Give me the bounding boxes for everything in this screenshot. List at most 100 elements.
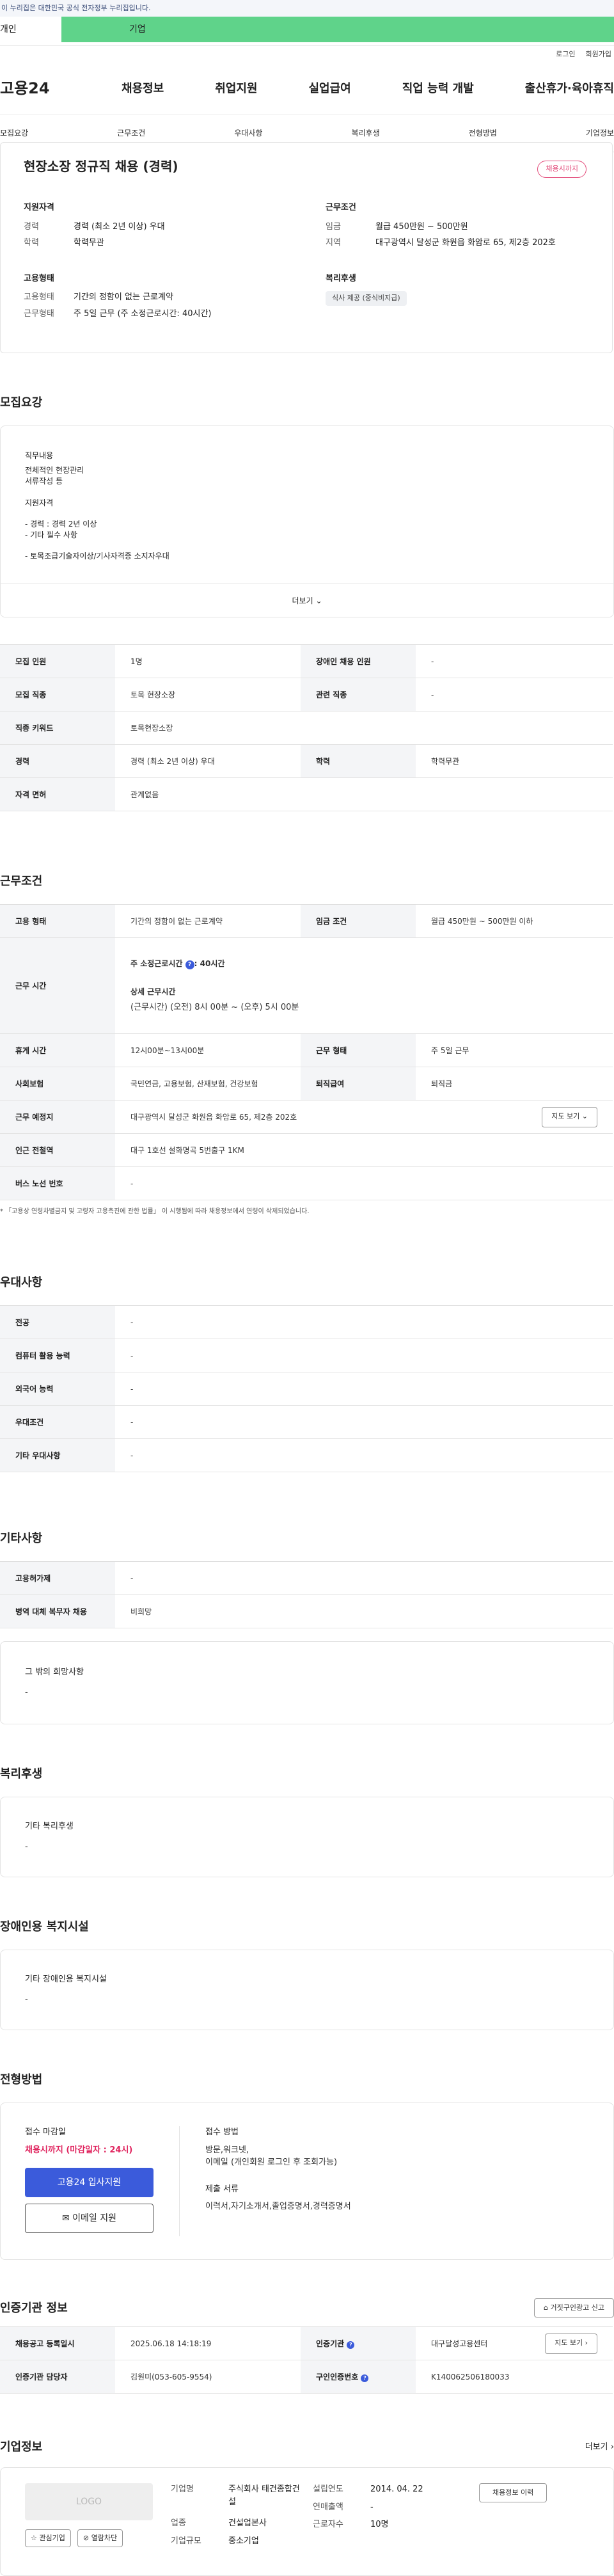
subnav-pref[interactable]: 우대사항 [234,127,262,139]
th: 자격 면허 [0,777,115,811]
history-button[interactable]: 채용정보 이력 [479,2483,547,2502]
company-info-col2: 설립연도 2014. 04. 22 연매출액 - 근로자수 10명 [313,2483,479,2560]
td: - [115,1438,613,1472]
login-link[interactable]: 로그인 [556,49,575,60]
td: 학력무관 [416,744,613,778]
org-cell: 대구달성고용센터 지도 보기 › [416,2326,613,2360]
qual-label: 지원자격 [25,498,54,508]
th: 채용공고 등록일시 [0,2326,115,2360]
table-row: 자격 면허 관계없음 [0,777,613,811]
th: 인근 전철역 [0,1133,115,1167]
td: 비희망 [115,1594,613,1628]
subnav-welfare[interactable]: 복리후생 [351,127,379,139]
cert-map-button[interactable]: 지도 보기 › [545,2333,597,2354]
recruit-table: 모집 인원 1명 장애인 채용 인원 - 모집 직종 토목 현장소장 관련 직종 - 직종 … [0,644,613,811]
label: 연매출액 [313,2502,343,2512]
deadline-value: 채용시까지 (마감일자 : 24시) [25,2145,133,2155]
label: 경력 [24,221,39,232]
map-button[interactable]: 지도 보기 ⌄ [542,1106,597,1127]
value: 주 5일 근무 (주 소정근로시간: 40시간) [74,308,212,319]
detail-label: 상세 근무시간 [130,987,176,996]
td: - [115,1561,613,1595]
company-more-link[interactable]: 더보기 › [585,2441,614,2454]
value: 중소기업 [228,2536,259,2546]
th: 사회보험 [0,1067,115,1101]
tab-company[interactable]: 기업 [61,17,614,42]
th: 근무 예정지 [0,1100,115,1134]
table-row: 인근 전철역 대구 1호선 설화명곡 5번출구 1KM [0,1133,613,1167]
table-row: 외국어 능력 - [0,1372,613,1406]
gnb-item-support[interactable]: 취업지원 [215,80,257,97]
label: 설립연도 [313,2485,343,2494]
value: 월급 450만원 ~ 500만원 [375,221,468,232]
email-apply-label: 이메일 지원 [72,2213,117,2223]
qual-line: - 경력 : 경력 2년 이상 [25,520,97,529]
value: 10명 [370,2520,389,2529]
gnb-item-jobs[interactable]: 채용정보 [122,80,164,97]
table-row: 모집 인원 1명 장애인 채용 인원 - [0,644,613,678]
hours-value: 40시간 [200,958,225,968]
job-title: 현장소장 정규직 채용 (경력) [24,159,178,174]
welfare-box: 기타 복리후생 - [0,1797,614,1877]
map-button-label: 지도 보기 [551,1112,580,1121]
disab-value: - [25,1994,28,2005]
td: - [115,1166,613,1200]
apply-button[interactable]: 고용24 입사지원 [25,2168,154,2197]
gnb-item-benefit[interactable]: 실업급여 [309,80,351,97]
value: - [370,2502,374,2512]
process-right: 접수 방법 방문,워크넷, 이메일 (개인회원 로그인 후 조회가능) 제출 서… [180,2126,351,2236]
table-row: 모집 직종 토목 현장소장 관련 직종 - [0,678,613,712]
email-apply-button[interactable]: ✉ 이메일 지원 [25,2204,154,2233]
chevron-right-icon: › [610,2442,614,2452]
fav-company-button[interactable]: ☆ 관심기업 [25,2529,71,2547]
subnav-recruit[interactable]: 모집요강 [0,127,28,139]
megaphone-icon: ⌂ [544,2303,549,2312]
subnav-work[interactable]: 근무조건 [117,127,145,139]
th: 버스 노선 번호 [0,1166,115,1200]
td: 김원미(053-605-9554) [115,2360,301,2394]
label: 업종 [171,2518,186,2528]
td: 12시00분~13시00분 [115,1033,301,1067]
tab-personal[interactable]: 개인 [0,17,61,42]
hope-label: 그 밖의 희망사항 [25,1667,84,1677]
cert-table: 채용공고 등록일시 2025.06.18 14:18:19 인증기관 ? 대구달성고용… [0,2326,613,2394]
cert-header: 인증기관 정보 ⌂ 거짓구인광고 신고 [0,2298,614,2318]
label: 지역 [326,238,341,248]
th: 경력 [0,744,115,778]
more-button[interactable]: 더보기 ⌄ [1,584,613,617]
org-value: 대구달성고용센터 [431,2339,488,2348]
deadline-label: 접수 마감일 [25,2127,66,2137]
th: 병역 대체 복무자 채용 [0,1594,115,1628]
signup-link[interactable]: 회원가입 [586,49,611,60]
subnav-process[interactable]: 전형방법 [469,127,497,139]
cert-line: - 토목조급기술자이상/기사자격증 소지자우대 [25,551,169,561]
subnav-company[interactable]: 기업정보 [586,127,614,139]
th: 모집 직종 [0,678,115,712]
welfare-label: 기타 복리후생 [25,1822,74,1831]
no-label: 구인인증번호 [316,2372,359,2381]
table-row: 병역 대체 복무자 채용 비희망 [0,1594,613,1628]
section-title-disab: 장애인용 복지시설 [0,1920,89,1934]
report-button[interactable]: ⌂ 거짓구인광고 신고 [534,2298,614,2318]
site-logo[interactable]: 고용24 [0,77,70,100]
td: - [115,1339,613,1372]
th: 전공 [0,1305,115,1339]
star-icon: ☆ [31,2533,37,2542]
info-icon: ? [185,960,194,969]
table-row: 전공 - [0,1305,613,1339]
th: 관련 직종 [301,678,416,712]
label: 학력 [24,238,39,248]
gnb-item-training[interactable]: 직업 능력 개발 [402,80,474,97]
mail-icon: ✉ [61,2213,70,2223]
td: 퇴직금 [416,1067,613,1101]
block-company-button[interactable]: ⊘ 열람차단 [77,2529,123,2547]
utility-menu: 로그인 회원가입 [0,46,614,63]
docs-value: 이력서,자기소개서,졸업증명서,경력증명서 [205,2202,351,2211]
td: 경력 (최소 2년 이상) 우대 [115,744,301,778]
table-row: 근무 시간 주 소정근로시간 ?: 40시간 상세 근무시간 (근무시간) (오… [0,937,613,1034]
td: 1명 [115,644,301,678]
gnb-item-leave[interactable]: 출산휴가·육아휴직 [525,80,614,97]
duty-label: 직무내용 [25,451,54,460]
td: - [115,1372,613,1406]
gov-notice: 이 누리집은 대한민국 공식 전자정부 누리집입니다. [0,0,614,17]
